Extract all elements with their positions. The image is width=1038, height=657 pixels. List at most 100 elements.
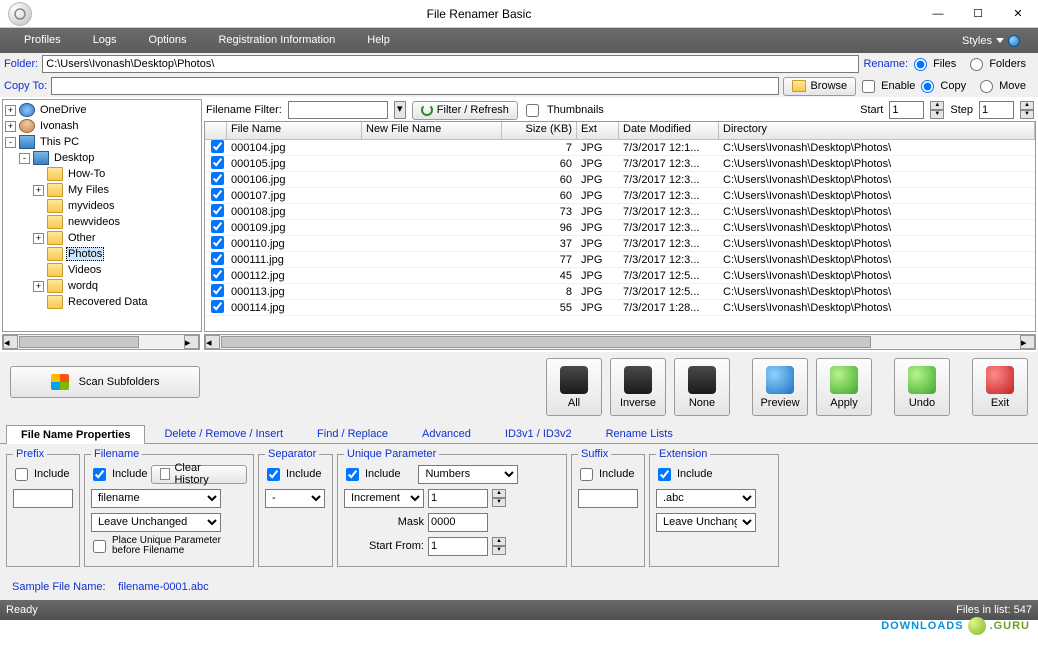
menu-profiles[interactable]: Profiles [8, 28, 77, 53]
row-checkbox[interactable] [211, 252, 224, 265]
filename-case-select[interactable]: Leave Unchanged [91, 513, 221, 532]
tree-node[interactable]: +Other [5, 230, 199, 246]
unique-mask-input[interactable] [428, 513, 488, 532]
table-row[interactable]: 000105.jpg60JPG7/3/2017 12:3...C:\Users\… [205, 156, 1035, 172]
tree-node[interactable]: Recovered Data [5, 294, 199, 310]
extension-case-select[interactable]: Leave Unchanged [656, 513, 756, 532]
extension-value-select[interactable]: .abc [656, 489, 756, 508]
scan-subfolders-button[interactable]: Scan Subfolders [10, 366, 200, 398]
expand-toggle[interactable]: + [5, 121, 16, 132]
table-row[interactable]: 000104.jpg7JPG7/3/2017 12:1...C:\Users\I… [205, 140, 1035, 156]
row-checkbox[interactable] [211, 156, 224, 169]
menu-logs[interactable]: Logs [77, 28, 133, 53]
extension-include-checkbox[interactable] [658, 468, 671, 481]
filename-include-checkbox[interactable] [93, 468, 106, 481]
tab-id3[interactable]: ID3v1 / ID3v2 [490, 424, 587, 443]
copy-radio[interactable] [921, 80, 934, 93]
row-checkbox[interactable] [211, 220, 224, 233]
start-input[interactable] [889, 101, 924, 119]
prefix-include-checkbox[interactable] [15, 468, 28, 481]
filter-input[interactable] [288, 101, 388, 119]
file-grid[interactable]: File Name New File Name Size (KB) Ext Da… [204, 121, 1036, 332]
col-directory[interactable]: Directory [719, 122, 1035, 139]
copyto-path-input[interactable] [51, 77, 779, 95]
expand-toggle[interactable]: + [33, 281, 44, 292]
table-row[interactable]: 000114.jpg55JPG7/3/2017 1:28...C:\Users\… [205, 300, 1035, 316]
row-checkbox[interactable] [211, 140, 224, 153]
tree-node[interactable]: Videos [5, 262, 199, 278]
row-checkbox[interactable] [211, 284, 224, 297]
menu-registration[interactable]: Registration Information [202, 28, 351, 53]
maximize-button[interactable]: ☐ [958, 0, 998, 28]
separator-include-checkbox[interactable] [267, 468, 280, 481]
rename-folders-radio[interactable] [970, 58, 983, 71]
col-newfilename[interactable]: New File Name [362, 122, 502, 139]
folder-tree[interactable]: +OneDrive+Ivonash-This PC-DesktopHow-To+… [2, 99, 202, 332]
table-row[interactable]: 000106.jpg60JPG7/3/2017 12:3...C:\Users\… [205, 172, 1035, 188]
tree-hscroll[interactable]: ◂▸ [2, 334, 200, 350]
row-checkbox[interactable] [211, 300, 224, 313]
table-row[interactable]: 000109.jpg96JPG7/3/2017 12:3...C:\Users\… [205, 220, 1035, 236]
tree-node[interactable]: +My Files [5, 182, 199, 198]
expand-toggle[interactable]: - [5, 137, 16, 148]
close-button[interactable]: ✕ [998, 0, 1038, 28]
unique-start-spinner[interactable]: ▲▼ [492, 537, 506, 555]
select-none-button[interactable]: None [674, 358, 730, 416]
styles-dropdown[interactable]: Styles [952, 35, 1030, 47]
tree-node[interactable]: newvideos [5, 214, 199, 230]
minimize-button[interactable]: — [918, 0, 958, 28]
unique-mode-value[interactable] [428, 489, 488, 508]
grid-hscroll[interactable]: ◂▸ [204, 334, 1036, 350]
start-spinner[interactable]: ▲▼ [930, 101, 944, 119]
separator-select[interactable]: - [265, 489, 325, 508]
suffix-input[interactable] [578, 489, 638, 508]
expand-toggle[interactable]: + [33, 233, 44, 244]
unique-start-input[interactable] [428, 537, 488, 556]
unique-mode-select[interactable]: Increment [344, 489, 424, 508]
table-row[interactable]: 000113.jpg8JPG7/3/2017 12:5...C:\Users\I… [205, 284, 1035, 300]
filename-value-select[interactable]: filename [91, 489, 221, 508]
row-checkbox[interactable] [211, 172, 224, 185]
tab-find-replace[interactable]: Find / Replace [302, 424, 403, 443]
undo-button[interactable]: Undo [894, 358, 950, 416]
tree-node[interactable]: How-To [5, 166, 199, 182]
table-row[interactable]: 000108.jpg73JPG7/3/2017 12:3...C:\Users\… [205, 204, 1035, 220]
expand-toggle[interactable]: - [19, 153, 30, 164]
col-size[interactable]: Size (KB) [502, 122, 577, 139]
tab-filename-properties[interactable]: File Name Properties [6, 425, 145, 444]
unique-type-select[interactable]: Numbers [418, 465, 518, 484]
tree-node[interactable]: +OneDrive [5, 102, 199, 118]
select-all-button[interactable]: All [546, 358, 602, 416]
help-icon[interactable] [1008, 35, 1020, 47]
tab-delete-remove-insert[interactable]: Delete / Remove / Insert [149, 424, 298, 443]
folder-path-input[interactable] [42, 55, 859, 73]
row-checkbox[interactable] [211, 236, 224, 249]
row-checkbox[interactable] [211, 188, 224, 201]
tree-node[interactable]: +wordq [5, 278, 199, 294]
table-row[interactable]: 000110.jpg37JPG7/3/2017 12:3...C:\Users\… [205, 236, 1035, 252]
step-input[interactable] [979, 101, 1014, 119]
expand-toggle[interactable]: + [33, 185, 44, 196]
menu-options[interactable]: Options [133, 28, 203, 53]
expand-toggle[interactable]: + [5, 105, 16, 116]
thumbnails-checkbox[interactable] [526, 104, 539, 117]
apply-button[interactable]: Apply [816, 358, 872, 416]
place-unique-checkbox[interactable] [93, 540, 106, 553]
col-check[interactable] [205, 122, 227, 139]
clear-history-button[interactable]: Clear History [151, 465, 247, 484]
move-radio[interactable] [980, 80, 993, 93]
browse-button[interactable]: Browse [783, 77, 856, 96]
col-ext[interactable]: Ext [577, 122, 619, 139]
unique-include-checkbox[interactable] [346, 468, 359, 481]
filter-refresh-button[interactable]: Filter / Refresh [412, 101, 518, 120]
col-filename[interactable]: File Name [227, 122, 362, 139]
suffix-include-checkbox[interactable] [580, 468, 593, 481]
table-row[interactable]: 000111.jpg77JPG7/3/2017 12:3...C:\Users\… [205, 252, 1035, 268]
step-spinner[interactable]: ▲▼ [1020, 101, 1034, 119]
preview-button[interactable]: Preview [752, 358, 808, 416]
enable-checkbox[interactable] [862, 80, 875, 93]
rename-files-radio[interactable] [914, 58, 927, 71]
prefix-input[interactable] [13, 489, 73, 508]
row-checkbox[interactable] [211, 204, 224, 217]
select-inverse-button[interactable]: Inverse [610, 358, 666, 416]
